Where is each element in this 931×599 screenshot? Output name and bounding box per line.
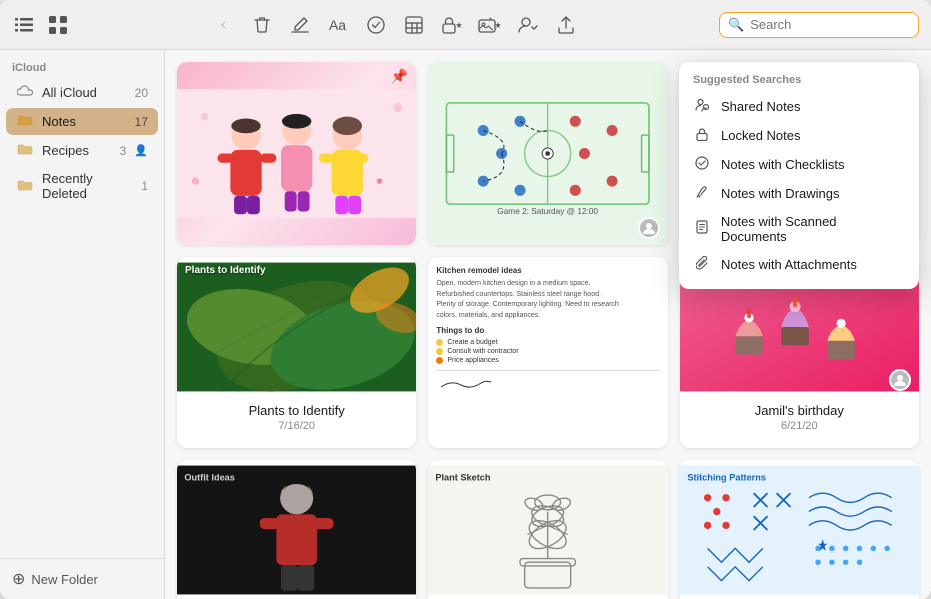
note-card-stitching[interactable]: Stitching Patterns	[680, 460, 919, 599]
search-input[interactable]	[750, 17, 910, 32]
search-box[interactable]: 🔍	[719, 12, 919, 38]
suggestion-shared-notes-label: Shared Notes	[721, 99, 801, 114]
grid-view-button[interactable]	[46, 13, 70, 37]
checklists-icon	[693, 156, 711, 173]
note-title-jamil: Jamil's birthday	[690, 403, 909, 418]
recipes-folder-icon	[16, 142, 34, 159]
sidebar-item-all-icloud[interactable]: All iCloud 20	[6, 79, 158, 106]
sidebar-item-recipes[interactable]: Recipes 3 👤	[6, 137, 158, 164]
suggestion-attachments-label: Notes with Attachments	[721, 257, 857, 272]
note-card-poster-idea[interactable]: 📌 Poster Idea 6/16/20	[177, 62, 416, 245]
share-collaborators-button[interactable]	[516, 13, 540, 37]
note-thumbnail-soccer: Game 2: Saturday @ 12:00	[428, 62, 667, 245]
table-button[interactable]	[402, 13, 426, 37]
shared-notes-icon	[693, 98, 711, 115]
notes-count: 17	[135, 115, 148, 129]
sidebar-section: iCloud	[0, 50, 164, 78]
app-window: ‹ Aa	[0, 0, 931, 599]
note-thumbnail-kitchen: Kitchen remodel ideas Open, modern kitch…	[428, 257, 667, 448]
note-title-plants: Plants to Identify	[187, 403, 406, 418]
new-folder-label: New Folder	[31, 572, 97, 587]
new-folder-button[interactable]: ⊕ New Folder	[0, 558, 164, 599]
suggestion-drawings-label: Notes with Drawings	[721, 186, 840, 201]
recipes-count: 3	[120, 144, 127, 158]
suggestion-checklists[interactable]: Notes with Checklists	[679, 150, 919, 179]
note-date-jamil: 6/21/20	[690, 420, 909, 432]
format-button[interactable]: Aa	[326, 13, 350, 37]
suggestion-drawings[interactable]: Notes with Drawings	[679, 179, 919, 208]
suggestion-scanned-docs-label: Notes with Scanned Documents	[721, 214, 905, 244]
note-thumbnail-stitching: Stitching Patterns	[680, 460, 919, 599]
notes-folder-icon	[16, 113, 34, 130]
lock-button[interactable]	[440, 13, 464, 37]
list-view-button[interactable]	[12, 13, 36, 37]
scanned-docs-icon	[693, 220, 711, 237]
note-info-plants: Plants to Identify 7/16/20	[177, 397, 416, 440]
svg-text:Game 2: Saturday @ 12:00: Game 2: Saturday @ 12:00	[498, 207, 599, 216]
new-folder-icon: ⊕	[12, 569, 25, 589]
suggestion-locked-notes[interactable]: Locked Notes	[679, 121, 919, 150]
search-icon: 🔍	[728, 17, 744, 33]
note-date-plants: 7/16/20	[187, 420, 406, 432]
note-card-outfit[interactable]: Outfit Ideas Outfit Ideas	[177, 460, 416, 599]
note-thumbnail-plant-sketch: Plant Sketch	[428, 460, 667, 599]
all-icloud-label: All iCloud	[42, 85, 127, 100]
share-export-button[interactable]	[554, 13, 578, 37]
delete-button[interactable]	[250, 13, 274, 37]
notes-label: Notes	[42, 114, 127, 129]
sidebar-item-notes[interactable]: Notes 17	[6, 108, 158, 135]
avatar-badge-soccer	[638, 217, 660, 239]
note-thumbnail-poster: 📌	[177, 62, 416, 245]
svg-text:Stitching Patterns: Stitching Patterns	[687, 473, 766, 483]
checklist-button[interactable]	[364, 13, 388, 37]
avatar-badge-jamil	[889, 369, 911, 391]
recently-deleted-count: 1	[141, 179, 148, 193]
suggestions-title: Suggested Searches	[679, 72, 919, 92]
toolbar: ‹ Aa	[0, 0, 931, 50]
suggestion-scanned-docs[interactable]: Notes with Scanned Documents	[679, 208, 919, 250]
pin-icon: 📌	[391, 68, 408, 85]
note-card-kitchen[interactable]: Kitchen remodel ideas Open, modern kitch…	[428, 257, 667, 448]
media-button[interactable]	[478, 13, 502, 37]
sidebar: iCloud All iCloud 20 Notes 17	[0, 50, 165, 599]
recently-deleted-folder-icon	[16, 178, 34, 195]
attachments-icon	[693, 256, 711, 273]
locked-notes-icon	[693, 127, 711, 144]
recipes-shared-icon: 👤	[134, 144, 148, 157]
svg-text:Plant Sketch: Plant Sketch	[436, 473, 492, 483]
recipes-label: Recipes	[42, 143, 112, 158]
suggestion-attachments[interactable]: Notes with Attachments	[679, 250, 919, 279]
all-icloud-count: 20	[135, 86, 148, 100]
toolbar-center: ‹ Aa	[80, 13, 709, 37]
note-card-plants[interactable]: Plants to Identify Plants to Identify 7/…	[177, 257, 416, 448]
drawings-icon	[693, 185, 711, 202]
svg-text:Outfit Ideas: Outfit Ideas	[184, 473, 235, 483]
note-info-jamil: Jamil's birthday 6/21/20	[680, 397, 919, 440]
suggestion-checklists-label: Notes with Checklists	[721, 157, 845, 172]
note-card-plant-sketch[interactable]: Plant Sketch	[428, 460, 667, 599]
suggestion-shared-notes[interactable]: Shared Notes	[679, 92, 919, 121]
note-card-soccer[interactable]: Game 2: Saturday @ 12:00 Soccer Game Pla…	[428, 62, 667, 245]
note-thumbnail-plants: Plants to Identify	[177, 257, 416, 397]
sidebar-item-recently-deleted[interactable]: Recently Deleted 1	[6, 166, 158, 206]
toolbar-left	[12, 13, 70, 37]
compose-button[interactable]	[288, 13, 312, 37]
suggestion-locked-notes-label: Locked Notes	[721, 128, 801, 143]
back-button[interactable]: ‹	[212, 13, 236, 37]
recently-deleted-label: Recently Deleted	[42, 171, 133, 201]
all-icloud-icon	[16, 84, 34, 101]
note-thumbnail-outfit: Outfit Ideas	[177, 460, 416, 599]
toolbar-right: 🔍 Suggested Searches Shared Notes	[719, 12, 919, 38]
suggestions-dropdown: Suggested Searches Shared Notes	[679, 62, 919, 289]
